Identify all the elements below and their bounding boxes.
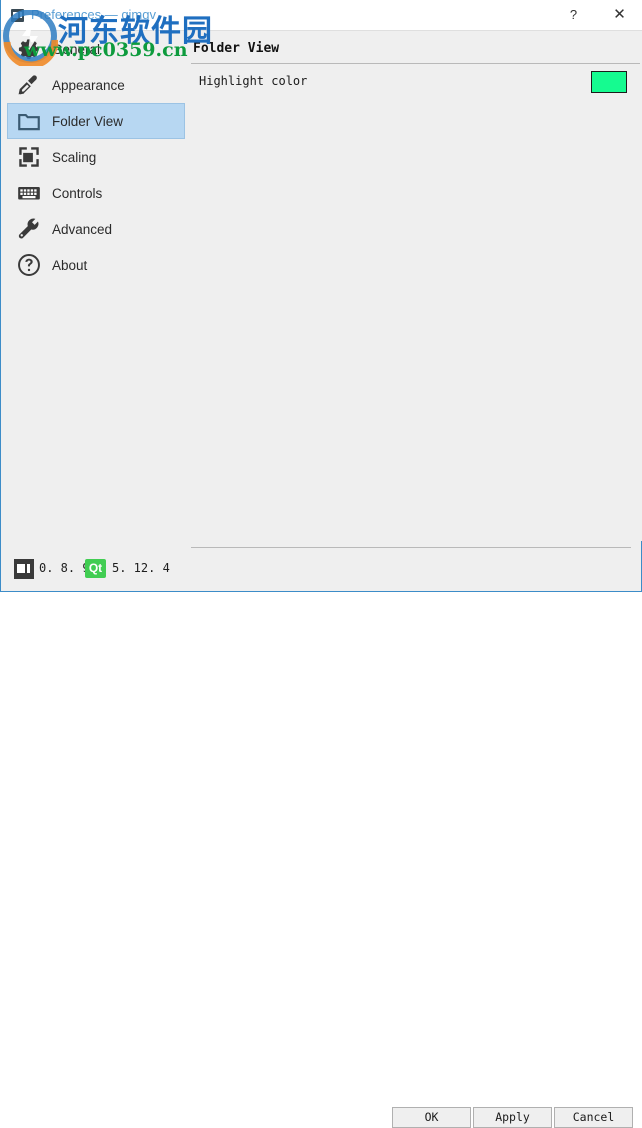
cancel-button[interactable]: Cancel <box>554 1107 633 1128</box>
sidebar-item-label: Appearance <box>52 77 125 93</box>
sidebar-item-label: Folder View <box>52 113 124 129</box>
keyboard-icon <box>14 178 44 208</box>
sidebar-item-label: About <box>52 257 88 273</box>
window-title: Preferences — qimgv <box>31 7 156 22</box>
sidebar-item-folder-view[interactable]: Folder View <box>7 103 185 139</box>
sidebar-item-advanced[interactable]: Advanced <box>7 211 185 247</box>
sidebar-item-label: Controls <box>52 185 103 201</box>
highlight-color-label: Highlight color <box>199 74 308 88</box>
sidebar-item-scaling[interactable]: Scaling <box>7 139 185 175</box>
preferences-dialog: Preferences — qimgv ? ✕ General Appearan… <box>0 0 642 1128</box>
apply-button[interactable]: Apply <box>473 1107 552 1128</box>
app-version-label: 0. 8. 9 <box>39 561 90 575</box>
gear-icon <box>14 34 44 64</box>
wrench-icon <box>14 214 44 244</box>
ok-button[interactable]: OK <box>392 1107 471 1128</box>
setting-row-highlight-color: Highlight color <box>191 69 640 99</box>
sidebar-item-appearance[interactable]: Appearance <box>7 67 185 103</box>
qt-version-label: 5. 12. 4 <box>112 561 170 575</box>
question-circle-icon <box>14 250 44 280</box>
sidebar: General Appearance Folder View Scaling C… <box>1 31 191 541</box>
page-title: Folder View <box>193 41 280 56</box>
help-button[interactable]: ? <box>551 0 596 30</box>
qimgv-app-icon <box>14 559 34 579</box>
paintbrush-icon <box>14 70 44 100</box>
panel-divider <box>191 63 640 64</box>
folder-icon <box>14 106 44 136</box>
close-button[interactable]: ✕ <box>597 0 642 30</box>
sidebar-item-label: Advanced <box>52 221 113 237</box>
scaling-icon <box>14 142 44 172</box>
highlight-color-swatch[interactable] <box>591 71 627 93</box>
sidebar-item-label: Scaling <box>52 149 97 165</box>
sidebar-item-general[interactable]: General <box>7 31 185 67</box>
content-panel: Folder View Highlight color <box>191 31 642 541</box>
sidebar-item-controls[interactable]: Controls <box>7 175 185 211</box>
app-icon <box>11 9 24 22</box>
sidebar-item-label: General <box>52 41 101 57</box>
title-bar: Preferences — qimgv ? ✕ <box>1 0 642 31</box>
qt-badge: Qt <box>85 559 106 578</box>
sidebar-item-about[interactable]: About <box>7 247 185 283</box>
bottom-bar: 0. 8. 9 Qt 5. 12. 4 OK Apply Cancel <box>1 548 641 1128</box>
